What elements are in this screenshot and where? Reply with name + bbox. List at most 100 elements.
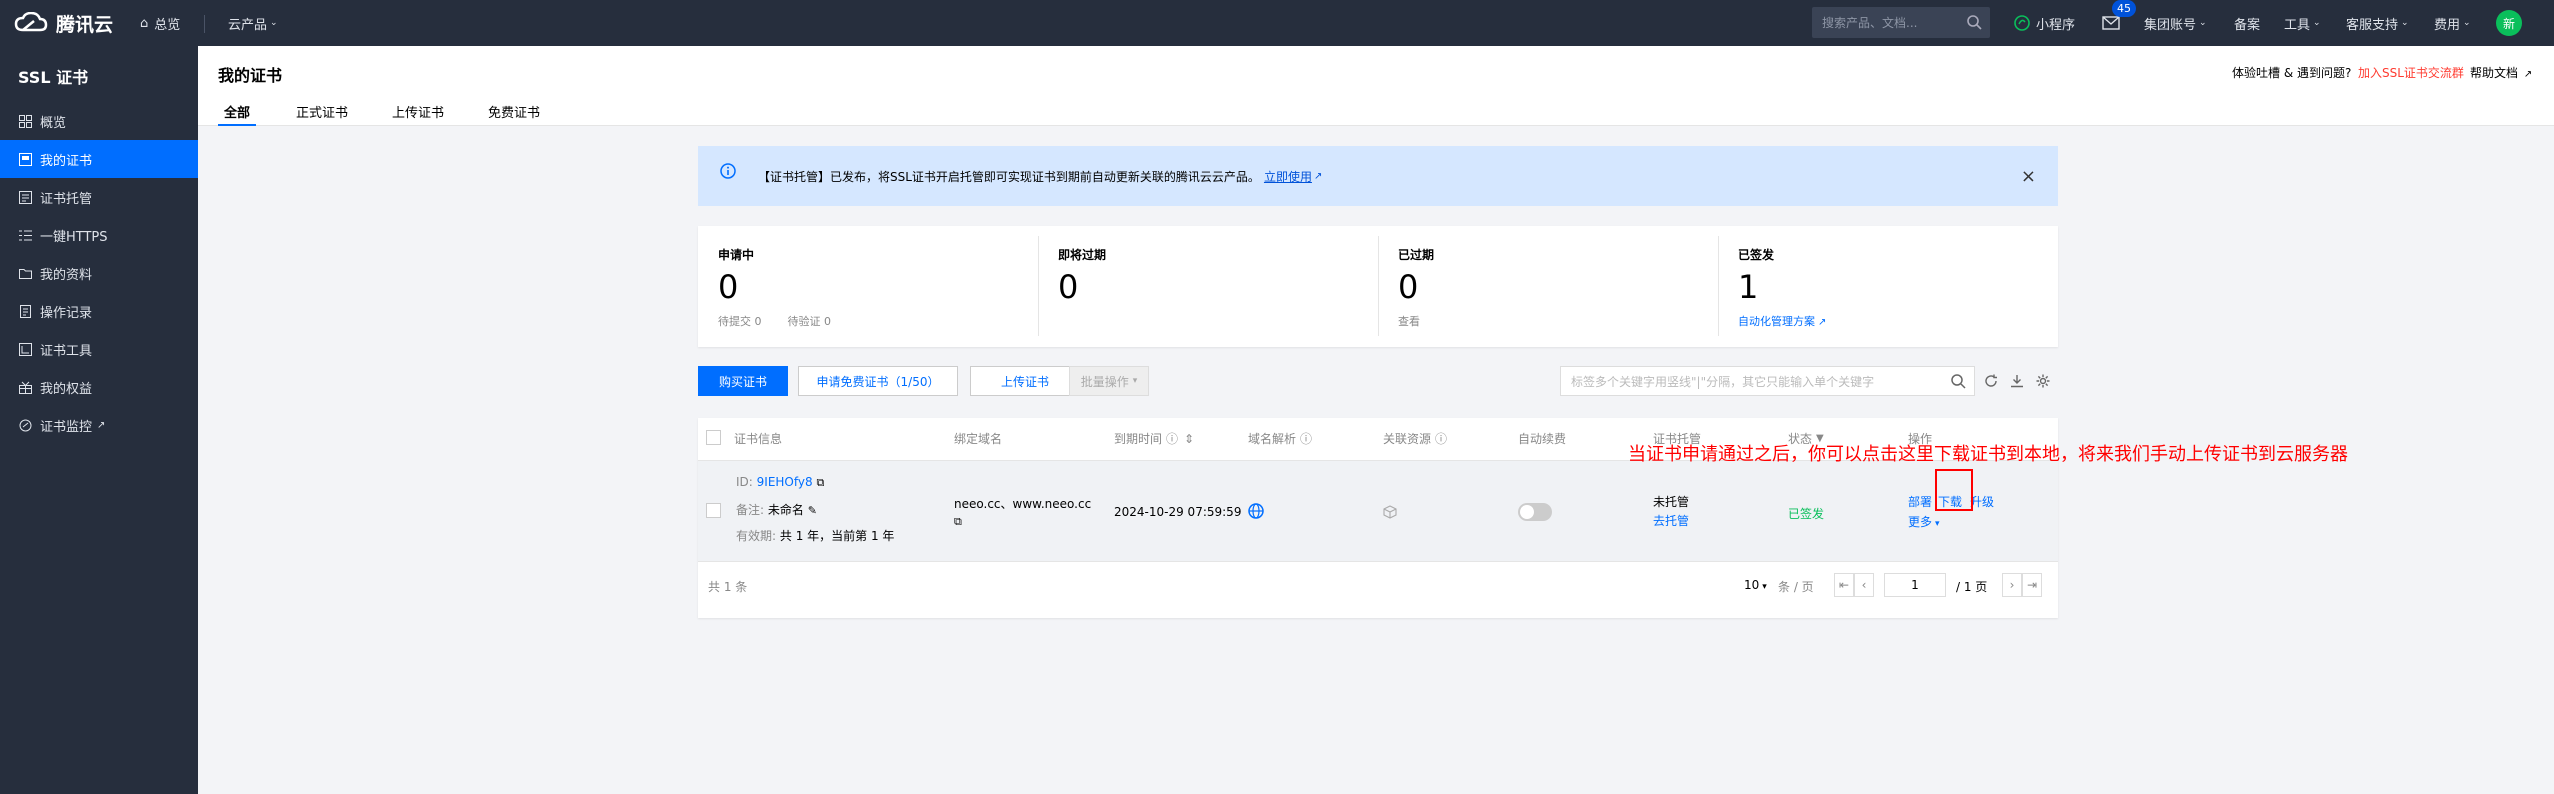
sidebar-item-logs[interactable]: 操作记录 <box>0 292 198 330</box>
status-badge: 已签发 <box>1788 507 1825 521</box>
mini-program-link[interactable]: 小程序 <box>2014 0 2075 46</box>
tools-menu[interactable]: 工具 ⌄ <box>2284 0 2321 46</box>
tab-all[interactable]: 全部 <box>218 102 256 126</box>
next-page-icon[interactable]: › <box>2002 573 2022 597</box>
copy-icon[interactable]: ⧉ <box>954 515 962 529</box>
overview-link[interactable]: ⌂ 总览 <box>140 0 180 46</box>
gift-icon <box>18 380 32 394</box>
support-label: 客服支持 <box>2346 17 2399 33</box>
monitor-icon <box>18 418 32 432</box>
page-size-select[interactable]: 10 ▾ <box>1744 578 1767 592</box>
products-label: 云产品 <box>228 17 268 33</box>
close-icon[interactable]: × <box>2021 166 2036 187</box>
tab-free[interactable]: 免费证书 <box>488 102 540 126</box>
copy-icon[interactable]: ⧉ <box>816 476 824 489</box>
filter-placeholder: 标签多个关键字用竖线"|"分隔，其它只能输入单个关键字 <box>1571 374 1875 389</box>
info-icon: ⓘ <box>1166 432 1179 446</box>
billing-label: 费用 <box>2434 17 2461 33</box>
cert-id-link[interactable]: 9IEHOfy8 <box>757 475 813 489</box>
search-icon[interactable] <box>1950 373 1966 389</box>
products-menu[interactable]: 云产品 ⌄ <box>228 0 278 46</box>
tool-icon <box>18 342 32 356</box>
deploy-link[interactable]: 部署 <box>1908 493 1932 510</box>
top-navbar: 腾讯云 ⌂ 总览 云产品 ⌄ 搜索产品、文档... 小程序 45 集团账号 ⌄ … <box>0 0 2554 46</box>
sidebar-item-rights[interactable]: 我的权益 <box>0 368 198 406</box>
tab-formal[interactable]: 正式证书 <box>296 102 348 126</box>
annotation-highlight-box <box>1935 469 1973 511</box>
stat-value[interactable]: 0 <box>1058 269 1358 305</box>
account-menu[interactable]: 集团账号 ⌄ <box>2144 0 2207 46</box>
document-icon <box>18 304 32 318</box>
upgrade-link[interactable]: 升级 <box>1970 493 1994 510</box>
mini-program-icon <box>2014 15 2030 31</box>
globe-icon[interactable] <box>1248 503 1264 522</box>
stat-issued: 已签发 1 自动化管理方案 ↗ <box>1718 226 2058 347</box>
filing-link[interactable]: 备案 <box>2234 0 2260 46</box>
sidebar-item-label: 操作记录 <box>40 305 93 321</box>
filter-input[interactable]: 标签多个关键字用竖线"|"分隔，其它只能输入单个关键字 <box>1560 366 1975 396</box>
stat-view-link[interactable]: 查看 <box>1398 313 1698 329</box>
sidebar-item-label: 证书托管 <box>40 191 93 207</box>
page-total: / 1 页 <box>1956 580 1988 594</box>
stat-value[interactable]: 0 <box>1398 269 1698 305</box>
prev-page-icon[interactable]: ‹ <box>1854 573 1874 597</box>
more-menu[interactable]: 更多 ▾ <box>1908 513 1940 530</box>
sidebar-item-https[interactable]: 一键HTTPS <box>0 216 198 254</box>
stat-value[interactable]: 0 <box>718 269 1018 305</box>
tencent-cloud-logo[interactable]: 腾讯云 <box>14 8 113 38</box>
stat-value[interactable]: 1 <box>1738 269 2038 305</box>
cert-remark-label: 备注: <box>736 503 765 517</box>
sidebar-item-label: 概览 <box>40 115 67 131</box>
refresh-icon[interactable] <box>1982 372 2000 390</box>
batch-action-button[interactable]: 批量操作 ▾ <box>1069 366 1149 396</box>
total-count: 共 1 条 <box>708 580 748 594</box>
tab-uploaded[interactable]: 上传证书 <box>392 102 444 126</box>
overview-label: 总览 <box>154 17 181 33</box>
account-label: 集团账号 <box>2144 17 2197 33</box>
stat-label: 已签发 <box>1738 248 1775 262</box>
help-docs-label: 帮助文档 <box>2470 66 2519 80</box>
select-all-checkbox[interactable] <box>706 430 721 445</box>
billing-menu[interactable]: 费用 ⌄ <box>2434 0 2471 46</box>
support-menu[interactable]: 客服支持 ⌄ <box>2346 0 2409 46</box>
edit-icon[interactable]: ✎ <box>808 504 817 517</box>
last-page-icon[interactable]: ⇥ <box>2022 573 2042 597</box>
feedback-text: 体验吐槽 & 遇到问题? <box>2232 66 2352 80</box>
search-icon[interactable] <box>1966 14 1982 30</box>
global-search-input[interactable]: 搜索产品、文档... <box>1812 7 1990 38</box>
row-checkbox[interactable] <box>706 503 721 518</box>
table-row: ID: 9IEHOfy8 ⧉ 备注: 未命名 ✎ 有效期: 共 1 年，当前第 … <box>698 460 2058 562</box>
gear-icon[interactable] <box>2034 372 2052 390</box>
col-header-label: 域名解析 <box>1248 432 1297 446</box>
sidebar-item-hosting[interactable]: 证书托管 <box>0 178 198 216</box>
apply-free-cert-button[interactable]: 申请免费证书（1/50） <box>798 366 958 396</box>
sidebar-item-overview[interactable]: 概览 <box>0 102 198 140</box>
upload-cert-button[interactable]: 上传证书 <box>970 366 1080 396</box>
buy-cert-button[interactable]: 购买证书 <box>698 366 788 396</box>
sidebar-item-tools[interactable]: 证书工具 <box>0 330 198 368</box>
stat-pending-submit[interactable]: 待提交 0 <box>718 315 762 328</box>
sidebar-item-my-certs[interactable]: 我的证书 <box>0 140 198 178</box>
go-hosting-link[interactable]: 去托管 <box>1653 512 1689 529</box>
help-docs-link[interactable]: 帮助文档 ↗ <box>2470 64 2532 81</box>
join-group-link[interactable]: 加入SSL证书交流群 <box>2358 64 2464 81</box>
first-page-icon[interactable]: ⇤ <box>1834 573 1854 597</box>
annotation-text: 当证书申请通过之后，你可以点击这里下载证书到本地，将来我们手动上传证书到云服务器 <box>1628 444 2348 465</box>
col-header-expire[interactable]: 到期时间 ⓘ ⇕ <box>1114 430 1194 447</box>
certificate-icon <box>18 152 32 166</box>
automation-link[interactable]: 自动化管理方案 ↗ <box>1738 313 2038 329</box>
cert-validity: 有效期: 共 1 年，当前第 1 年 <box>736 527 894 544</box>
col-header-dns: 域名解析 ⓘ <box>1248 430 1312 447</box>
sidebar-item-profile[interactable]: 我的资料 <box>0 254 198 292</box>
chevron-down-icon: ⌄ <box>2199 18 2207 28</box>
notice-use-link[interactable]: 立即使用 <box>1264 168 1312 185</box>
notice-banner: 【证书托管】已发布，将SSL证书开启托管即可实现证书到期前自动更新关联的腾讯云云… <box>698 146 2058 206</box>
auto-renew-toggle[interactable] <box>1518 503 1552 521</box>
list-icon <box>18 228 32 242</box>
stat-pending-verify[interactable]: 待验证 0 <box>788 315 832 328</box>
download-icon[interactable] <box>2008 372 2026 390</box>
sidebar-item-monitor[interactable]: 证书监控 ↗ <box>0 406 198 444</box>
external-link-icon: ↗ <box>1818 317 1827 328</box>
page-input[interactable]: 1 <box>1884 573 1946 597</box>
avatar[interactable]: 新 <box>2496 10 2522 36</box>
